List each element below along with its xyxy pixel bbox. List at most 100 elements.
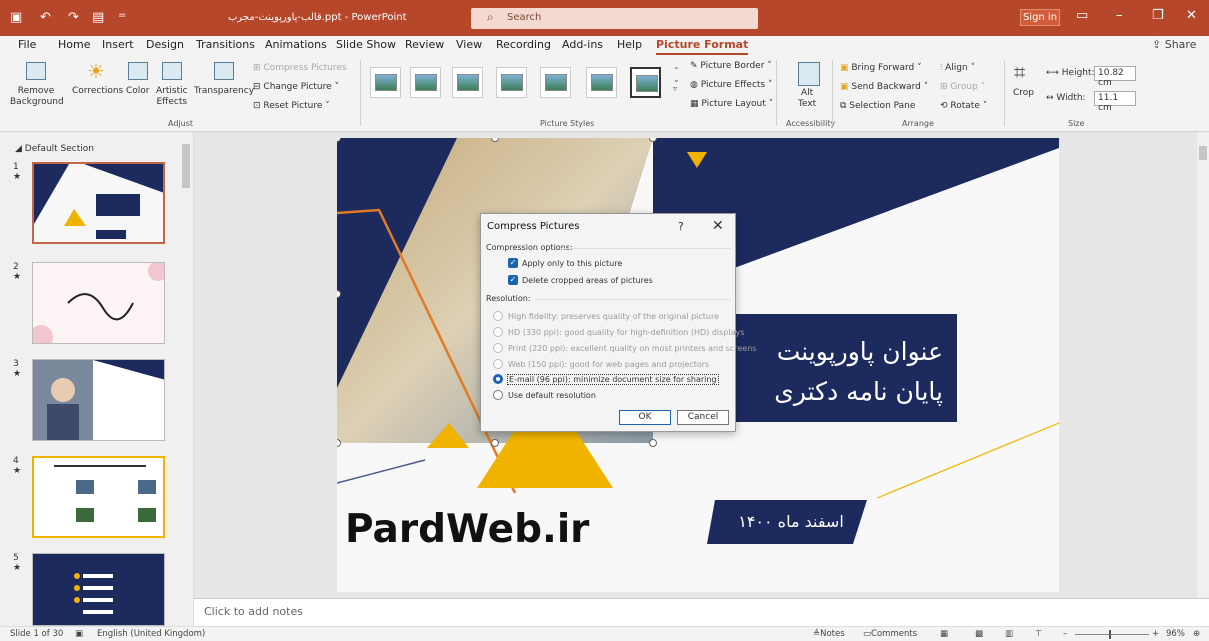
slide-show-icon[interactable]: ⊤ xyxy=(1035,629,1042,639)
cancel-button[interactable]: Cancel xyxy=(677,410,729,425)
start-from-beginning-icon[interactable]: ▤ xyxy=(92,10,104,25)
reading-view-icon[interactable]: ▥ xyxy=(1005,629,1013,639)
height-input[interactable]: 10.82 cm xyxy=(1094,66,1136,88)
zoom-slider-thumb[interactable] xyxy=(1109,630,1111,639)
tab-help[interactable]: Help xyxy=(617,38,642,51)
delete-cropped-checkbox[interactable]: ✓ xyxy=(508,275,518,285)
zoom-out-icon[interactable]: – xyxy=(1063,629,1067,639)
search-box[interactable]: ⌕ Search xyxy=(471,8,758,29)
restore-icon[interactable]: ❐ xyxy=(1152,8,1164,23)
color-button[interactable]: Color xyxy=(126,86,150,97)
scrollbar-thumb[interactable] xyxy=(182,144,190,188)
slide-thumbnail-4[interactable] xyxy=(32,456,165,538)
zoom-slider[interactable] xyxy=(1075,634,1149,635)
align-button[interactable]: ⫶ Align ˅ xyxy=(940,63,975,73)
tab-review[interactable]: Review xyxy=(405,38,444,51)
tab-view[interactable]: View xyxy=(456,38,482,51)
picture-style-1[interactable] xyxy=(370,67,401,98)
redo-icon[interactable]: ↷ xyxy=(68,10,79,25)
high-fidelity-radio[interactable] xyxy=(493,311,503,321)
print-radio[interactable] xyxy=(493,343,503,353)
crop-icon[interactable]: ⌗ xyxy=(1014,60,1025,84)
corrections-button[interactable]: Corrections xyxy=(72,86,123,97)
reset-picture-button[interactable]: ⊡ Reset Picture ˅ xyxy=(253,101,330,111)
minimize-icon[interactable]: – xyxy=(1116,8,1123,23)
notes-pane[interactable]: Click to add notes xyxy=(194,598,1209,626)
artistic-effects-icon[interactable] xyxy=(162,62,182,80)
tab-home[interactable]: Home xyxy=(58,38,90,51)
accessibility-icon[interactable]: ▣ xyxy=(75,629,83,639)
thumbnails-scrollbar[interactable] xyxy=(180,132,192,626)
customize-toolbar-icon[interactable]: = xyxy=(118,10,126,21)
remove-background-icon[interactable] xyxy=(26,62,46,80)
compress-pictures-button[interactable]: ⊞ Compress Pictures xyxy=(253,63,347,73)
transparency-icon[interactable] xyxy=(214,62,234,80)
picture-style-6[interactable] xyxy=(586,67,617,98)
alt-text-button[interactable]: Alt Text xyxy=(798,88,816,110)
normal-view-icon[interactable]: ▦ xyxy=(940,629,948,639)
close-icon[interactable]: ✕ xyxy=(1186,8,1197,23)
dialog-close-icon[interactable]: ✕ xyxy=(712,218,724,234)
picture-layout-button[interactable]: ▦ Picture Layout ˅ xyxy=(690,99,773,109)
change-picture-button[interactable]: ⊟ Change Picture ˅ xyxy=(253,82,339,92)
picture-style-3[interactable] xyxy=(452,67,483,98)
picture-effects-button[interactable]: ◍ Picture Effects ˅ xyxy=(690,80,773,90)
resize-handle[interactable] xyxy=(491,439,499,447)
resize-handle[interactable] xyxy=(649,439,657,447)
language-indicator[interactable]: English (United Kingdom) xyxy=(97,629,205,639)
share-button[interactable]: ⇪ Share xyxy=(1152,38,1196,51)
slide-title-box[interactable]: عنوان پاورپوینت پایان نامه دکتری xyxy=(727,314,957,422)
notes-toggle[interactable]: ≜Notes xyxy=(813,629,845,639)
tab-slide-show[interactable]: Slide Show xyxy=(336,38,396,51)
hd-radio[interactable] xyxy=(493,327,503,337)
slide-date-text[interactable]: اسفند ماه ۱۴۰۰ xyxy=(723,500,859,544)
web-radio[interactable] xyxy=(493,359,503,369)
section-header[interactable]: ◢ Default Section xyxy=(15,144,94,154)
crop-button[interactable]: Crop xyxy=(1013,88,1034,99)
zoom-in-icon[interactable]: + xyxy=(1152,629,1159,639)
slide-brand-text[interactable]: PardWeb.ir xyxy=(345,507,589,552)
save-icon[interactable]: ▣ xyxy=(10,10,22,25)
artistic-effects-button[interactable]: Artistic Effects xyxy=(156,86,188,108)
corrections-icon[interactable]: ☀ xyxy=(86,61,106,81)
bring-forward-button[interactable]: ▣ Bring Forward ˅ xyxy=(840,63,922,73)
picture-style-4[interactable] xyxy=(496,67,527,98)
slide-thumbnail-5[interactable] xyxy=(32,553,165,626)
tab-picture-format[interactable]: Picture Format xyxy=(656,38,749,55)
tab-add-ins[interactable]: Add-ins xyxy=(562,38,603,51)
fit-to-window-icon[interactable]: ⊕ xyxy=(1193,629,1200,639)
tab-file[interactable]: File xyxy=(18,38,36,51)
use-default-radio[interactable] xyxy=(493,390,503,400)
transparency-button[interactable]: Transparency xyxy=(194,86,254,97)
sign-in-button[interactable]: Sign in xyxy=(1020,9,1060,26)
editor-scrollbar[interactable] xyxy=(1197,132,1209,598)
tab-insert[interactable]: Insert xyxy=(102,38,134,51)
remove-background-button[interactable]: Remove Background xyxy=(10,86,64,108)
email-radio[interactable] xyxy=(493,374,503,384)
apply-only-checkbox[interactable]: ✓ xyxy=(508,258,518,268)
slide-sorter-icon[interactable]: ▩ xyxy=(975,629,983,639)
alt-text-icon[interactable] xyxy=(798,62,820,86)
picture-style-2[interactable] xyxy=(410,67,441,98)
tab-transitions[interactable]: Transitions xyxy=(196,38,255,51)
slide-thumbnail-2[interactable] xyxy=(32,262,165,344)
color-icon[interactable] xyxy=(128,62,148,80)
selection-pane-button[interactable]: ⧉ Selection Pane xyxy=(840,101,915,111)
zoom-level[interactable]: 96% xyxy=(1166,629,1185,639)
slide-thumbnail-3[interactable] xyxy=(32,359,165,441)
tab-design[interactable]: Design xyxy=(146,38,184,51)
tab-recording[interactable]: Recording xyxy=(496,38,551,51)
comments-toggle[interactable]: ▭Comments xyxy=(863,629,917,639)
ok-button[interactable]: OK xyxy=(619,410,671,425)
scrollbar-thumb[interactable] xyxy=(1199,146,1207,160)
send-backward-button[interactable]: ▣ Send Backward ˅ xyxy=(840,82,928,92)
picture-style-7[interactable] xyxy=(630,67,661,98)
rotate-button[interactable]: ⟲ Rotate ˅ xyxy=(940,101,987,111)
ribbon-display-options-icon[interactable]: ▭ xyxy=(1076,8,1088,23)
help-button[interactable]: ? xyxy=(678,220,684,233)
picture-styles-scroll[interactable]: ⌃ ⌄ ▿ xyxy=(673,66,680,93)
tab-animations[interactable]: Animations xyxy=(265,38,327,51)
picture-border-button[interactable]: ✎ Picture Border ˅ xyxy=(690,61,772,71)
width-input[interactable]: 11.1 cm xyxy=(1094,91,1136,113)
slide-thumbnail-1[interactable] xyxy=(32,162,165,244)
